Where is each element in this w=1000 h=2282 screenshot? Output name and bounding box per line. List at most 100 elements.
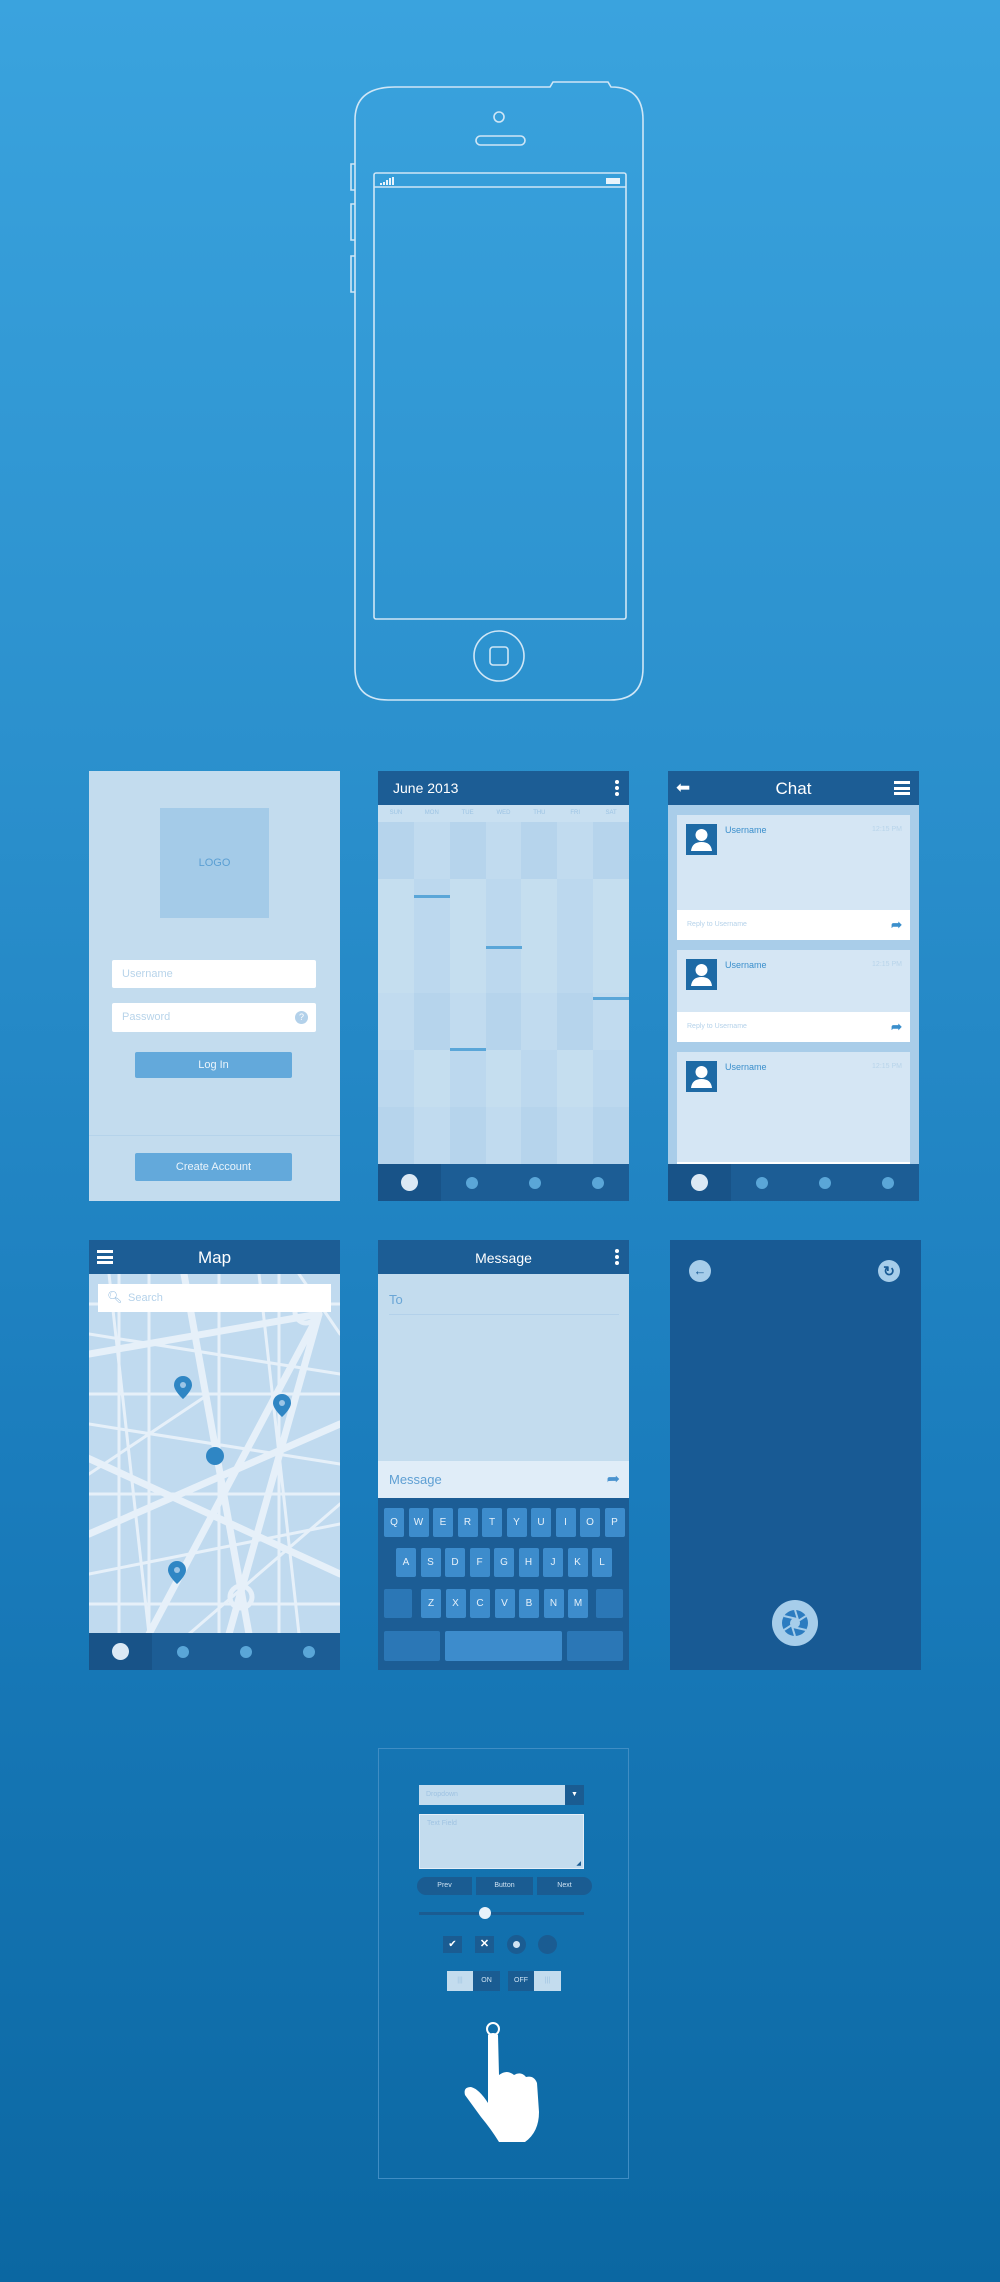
calendar-day-cell[interactable] xyxy=(413,1107,451,1165)
key-t[interactable]: T xyxy=(482,1508,502,1537)
calendar-day-cell[interactable] xyxy=(485,822,522,880)
calendar-day-cell[interactable] xyxy=(485,1107,522,1165)
slider-track[interactable] xyxy=(419,1912,584,1915)
calendar-day-cell[interactable] xyxy=(485,993,522,1051)
nav-tab-1[interactable] xyxy=(378,1164,441,1201)
nav-tab-3[interactable] xyxy=(794,1164,857,1201)
login-button[interactable]: Log In xyxy=(135,1052,292,1078)
key-r[interactable]: R xyxy=(457,1508,478,1537)
calendar-day-cell[interactable] xyxy=(485,879,522,937)
key-s[interactable]: S xyxy=(420,1548,441,1577)
key-v[interactable]: V xyxy=(494,1589,515,1618)
nav-tab-3[interactable] xyxy=(504,1164,567,1201)
calendar-event[interactable] xyxy=(449,1048,486,1051)
calendar-day-cell[interactable] xyxy=(557,1107,594,1165)
calendar-day-cell[interactable] xyxy=(413,822,451,880)
nav-tab-2[interactable] xyxy=(441,1164,504,1201)
calendar-day-cell[interactable] xyxy=(449,822,487,880)
more-icon[interactable] xyxy=(615,1249,619,1267)
calendar-day-cell[interactable] xyxy=(485,936,522,994)
calendar-day-cell[interactable] xyxy=(378,993,415,1051)
calendar-day-cell[interactable] xyxy=(449,879,487,937)
question-icon[interactable]: ? xyxy=(295,1011,308,1024)
calendar-day-cell[interactable] xyxy=(378,879,415,937)
create-account-button[interactable]: Create Account xyxy=(135,1153,292,1181)
message-input[interactable]: Message ➦ xyxy=(378,1461,629,1498)
nav-tab-1[interactable] xyxy=(89,1633,152,1670)
key-m[interactable]: M xyxy=(568,1589,588,1618)
calendar-day-cell[interactable] xyxy=(521,936,558,994)
calendar-day-cell[interactable] xyxy=(413,1050,451,1108)
key-l[interactable]: L xyxy=(592,1548,612,1577)
calendar-day-cell[interactable] xyxy=(413,993,451,1051)
calendar-day-cell[interactable] xyxy=(557,993,594,1051)
calendar-day-cell[interactable] xyxy=(413,936,451,994)
key-d[interactable]: D xyxy=(445,1548,465,1577)
calendar-day-cell[interactable] xyxy=(449,1107,487,1165)
nav-tab-1[interactable] xyxy=(668,1164,731,1201)
key-c[interactable]: C xyxy=(470,1589,490,1618)
send-icon[interactable]: ➦ xyxy=(607,1469,620,1489)
calendar-day-cell[interactable] xyxy=(593,993,629,1051)
shift-key[interactable] xyxy=(384,1589,412,1618)
calendar-day-cell[interactable] xyxy=(557,879,594,937)
send-icon[interactable]: ➦ xyxy=(891,917,902,933)
nav-tab-2[interactable] xyxy=(731,1164,794,1201)
calendar-day-cell[interactable] xyxy=(378,822,415,880)
text-field[interactable]: Text Field ◢ xyxy=(419,1814,584,1869)
calendar-day-cell[interactable] xyxy=(593,1050,629,1108)
nav-tab-3[interactable] xyxy=(215,1633,278,1670)
calendar-day-cell[interactable] xyxy=(593,1107,629,1165)
calendar-event[interactable] xyxy=(485,946,522,949)
calendar-day-cell[interactable] xyxy=(557,822,594,880)
key-h[interactable]: H xyxy=(518,1548,539,1577)
key-y[interactable]: Y xyxy=(506,1508,527,1537)
calendar-day-cell[interactable] xyxy=(557,1050,594,1108)
key-f[interactable]: F xyxy=(469,1548,490,1577)
username-input[interactable]: Username xyxy=(112,960,316,988)
key-j[interactable]: J xyxy=(543,1548,563,1577)
toggle-off[interactable]: OFF ||| xyxy=(508,1971,561,1991)
resize-handle-icon[interactable]: ◢ xyxy=(576,1860,581,1867)
reply-input[interactable]: Reply to Username ➦ xyxy=(677,910,910,940)
key-x[interactable]: X xyxy=(445,1589,466,1618)
calendar-event[interactable] xyxy=(413,895,450,898)
numbers-key[interactable] xyxy=(384,1631,440,1661)
nav-tab-4[interactable] xyxy=(856,1164,919,1201)
calendar-day-cell[interactable] xyxy=(485,1050,522,1108)
calendar-day-cell[interactable] xyxy=(521,1107,558,1165)
calendar-day-cell[interactable] xyxy=(521,993,558,1051)
key-g[interactable]: G xyxy=(494,1548,514,1577)
calendar-day-cell[interactable] xyxy=(593,936,629,994)
password-input[interactable]: Password? xyxy=(112,1003,316,1032)
nav-tab-4[interactable] xyxy=(566,1164,629,1201)
calendar-event[interactable] xyxy=(593,997,629,1000)
calendar-day-cell[interactable] xyxy=(378,1107,415,1165)
key-e[interactable]: E xyxy=(433,1508,453,1537)
back-arrow-icon[interactable]: ← xyxy=(689,1260,711,1282)
calendar-day-cell[interactable] xyxy=(378,1050,415,1108)
calendar-day-cell[interactable] xyxy=(449,936,487,994)
key-k[interactable]: K xyxy=(567,1548,588,1577)
prev-button[interactable]: Prev xyxy=(417,1877,472,1895)
calendar-day-cell[interactable] xyxy=(521,1050,558,1108)
key-a[interactable]: A xyxy=(396,1548,416,1577)
key-i[interactable]: I xyxy=(555,1508,576,1537)
calendar-day-cell[interactable] xyxy=(557,936,594,994)
more-icon[interactable] xyxy=(615,780,619,798)
menu-icon[interactable] xyxy=(894,781,910,798)
checkbox-x-icon[interactable]: ✕ xyxy=(475,1936,494,1953)
calendar-day-cell[interactable] xyxy=(593,822,629,880)
chevron-down-icon[interactable]: ▼ xyxy=(565,1785,584,1805)
middle-button[interactable]: Button xyxy=(476,1877,533,1895)
key-q[interactable]: Q xyxy=(384,1508,404,1537)
key-b[interactable]: B xyxy=(519,1589,539,1618)
calendar-day-cell[interactable] xyxy=(449,1050,487,1108)
calendar-day-cell[interactable] xyxy=(521,879,558,937)
key-n[interactable]: N xyxy=(543,1589,564,1618)
refresh-icon[interactable]: ↻ xyxy=(878,1260,900,1282)
calendar-day-cell[interactable] xyxy=(593,879,629,937)
key-u[interactable]: U xyxy=(531,1508,551,1537)
dropdown[interactable]: Dropdown xyxy=(419,1785,565,1805)
radio-selected[interactable] xyxy=(507,1935,526,1954)
